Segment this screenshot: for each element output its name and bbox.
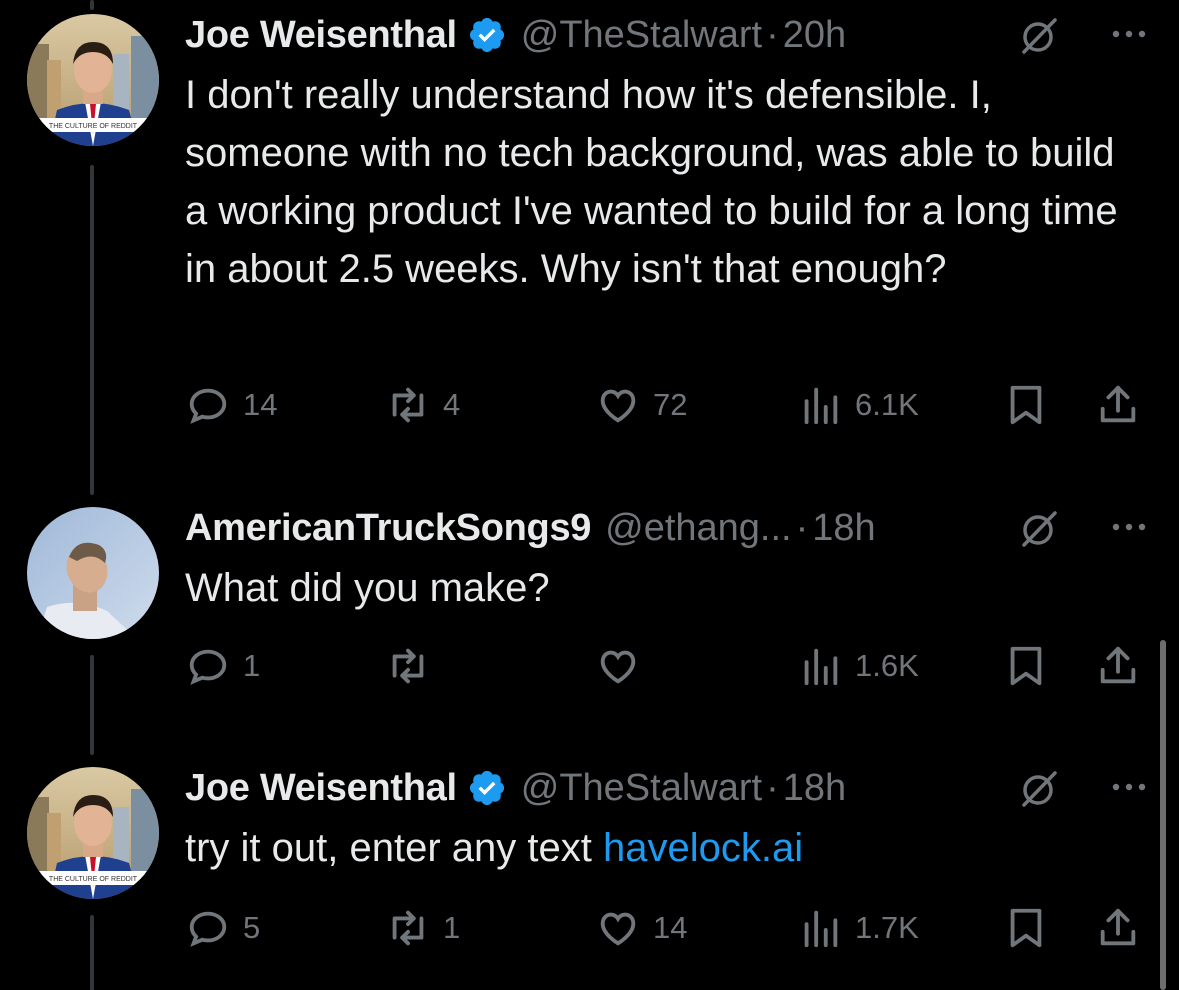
reply-count: 14 xyxy=(243,387,278,422)
share-icon xyxy=(1100,385,1136,423)
heart-icon xyxy=(600,912,636,946)
more-icon[interactable] xyxy=(1109,777,1149,797)
share-button[interactable] xyxy=(1095,380,1141,430)
tweet-header: AmericanTruckSongs9 @ethang... · 18h xyxy=(185,503,1149,553)
reply-icon xyxy=(189,911,227,947)
share-icon xyxy=(1100,646,1136,684)
like-button[interactable] xyxy=(595,641,653,691)
repost-icon xyxy=(392,648,424,684)
views-icon xyxy=(804,648,838,686)
avatar-image: THE CULTURE OF REDDIT xyxy=(27,14,159,146)
bookmark-button[interactable] xyxy=(1003,641,1049,691)
tweet[interactable]: AmericanTruckSongs9 @ethang... · 18h Wha… xyxy=(0,495,1179,725)
repost-count: 1 xyxy=(443,910,461,945)
tweet-text: What did you make? xyxy=(185,566,550,610)
display-name[interactable]: Joe Weisenthal xyxy=(185,14,457,57)
avatar-image: THE CULTURE OF REDDIT xyxy=(27,767,159,899)
views-button[interactable]: 6.1K xyxy=(797,380,919,430)
grok-icon[interactable] xyxy=(1019,16,1059,56)
like-button[interactable]: 72 xyxy=(595,380,687,430)
scrollbar[interactable] xyxy=(1160,640,1166,990)
repost-button[interactable]: 1 xyxy=(385,903,460,953)
verified-badge-icon xyxy=(469,17,504,53)
view-count: 1.7K xyxy=(855,910,919,945)
views-icon xyxy=(804,910,838,948)
bookmark-icon xyxy=(1010,646,1042,686)
handle[interactable]: @TheStalwart xyxy=(521,767,762,810)
grok-icon[interactable] xyxy=(1019,509,1059,549)
views-button[interactable]: 1.6K xyxy=(797,641,919,691)
reply-icon xyxy=(189,388,227,424)
reply-button[interactable]: 5 xyxy=(185,903,260,953)
reply-icon xyxy=(189,649,227,685)
reply-button[interactable]: 1 xyxy=(185,641,260,691)
bookmark-button[interactable] xyxy=(1003,903,1049,953)
separator-dot: · xyxy=(795,506,809,549)
share-button[interactable] xyxy=(1095,903,1141,953)
separator-dot: · xyxy=(766,766,779,809)
bookmark-icon xyxy=(1010,385,1042,425)
avatar[interactable]: THE CULTURE OF REDDIT xyxy=(27,14,159,146)
repost-button[interactable]: 4 xyxy=(385,380,460,430)
avatar[interactable]: THE CULTURE OF REDDIT xyxy=(27,767,159,899)
tweet-link[interactable]: havelock.ai xyxy=(603,826,803,870)
bookmark-icon xyxy=(1010,908,1042,948)
share-button[interactable] xyxy=(1095,641,1141,691)
more-icon[interactable] xyxy=(1109,24,1149,44)
timestamp[interactable]: 18h xyxy=(812,507,875,550)
share-icon xyxy=(1100,908,1136,946)
more-icon[interactable] xyxy=(1109,517,1149,537)
avatar-caption: THE CULTURE OF REDDIT xyxy=(49,123,138,130)
timestamp[interactable]: 20h xyxy=(783,14,846,57)
tweet[interactable]: THE CULTURE OF REDDIT Joe Weisenthal @Th… xyxy=(0,755,1179,990)
avatar[interactable] xyxy=(27,507,159,639)
like-count: 72 xyxy=(653,387,688,422)
grok-icon[interactable] xyxy=(1019,769,1059,809)
tweet[interactable]: THE CULTURE OF REDDIT Joe Weisenthal @Th… xyxy=(0,0,1179,470)
like-count: 14 xyxy=(653,910,688,945)
views-icon xyxy=(804,387,838,425)
bookmark-button[interactable] xyxy=(1003,380,1049,430)
display-name[interactable]: AmericanTruckSongs9 xyxy=(185,507,591,550)
tweet-text: try it out, enter any text havelock.ai xyxy=(185,819,1145,877)
reply-button[interactable]: 14 xyxy=(185,380,277,430)
tweet-header: Joe Weisenthal @TheStalwart · 20h xyxy=(185,10,1149,60)
action-bar: 14 4 72 6.1K xyxy=(185,380,1145,430)
verified-badge-icon xyxy=(469,770,504,806)
separator-dot: · xyxy=(766,13,779,56)
timestamp[interactable]: 18h xyxy=(783,767,846,810)
action-bar: 5 1 14 1.7K xyxy=(185,903,1145,953)
tweet-text: I don't really understand how it's defen… xyxy=(185,73,1118,291)
heart-icon xyxy=(600,650,636,684)
display-name[interactable]: Joe Weisenthal xyxy=(185,767,457,810)
reply-count: 5 xyxy=(243,910,261,945)
repost-icon xyxy=(392,387,424,423)
avatar-image xyxy=(27,507,159,639)
tweet-header: Joe Weisenthal @TheStalwart · 18h xyxy=(185,763,1149,813)
handle[interactable]: @ethang... xyxy=(605,507,791,550)
heart-icon xyxy=(600,389,636,423)
view-count: 1.6K xyxy=(855,648,919,683)
repost-count: 4 xyxy=(443,387,461,422)
repost-button[interactable] xyxy=(385,641,443,691)
views-button[interactable]: 1.7K xyxy=(797,903,919,953)
reply-count: 1 xyxy=(243,648,261,683)
avatar-caption: THE CULTURE OF REDDIT xyxy=(49,876,138,883)
repost-icon xyxy=(392,910,424,946)
view-count: 6.1K xyxy=(855,387,919,422)
conversation-feed: THE CULTURE OF REDDIT Joe Weisenthal @Th… xyxy=(0,0,1179,990)
like-button[interactable]: 14 xyxy=(595,903,687,953)
tweet-text-content: try it out, enter any text xyxy=(185,826,603,870)
handle[interactable]: @TheStalwart xyxy=(521,14,762,57)
action-bar: 1 1.6K xyxy=(185,641,1145,691)
